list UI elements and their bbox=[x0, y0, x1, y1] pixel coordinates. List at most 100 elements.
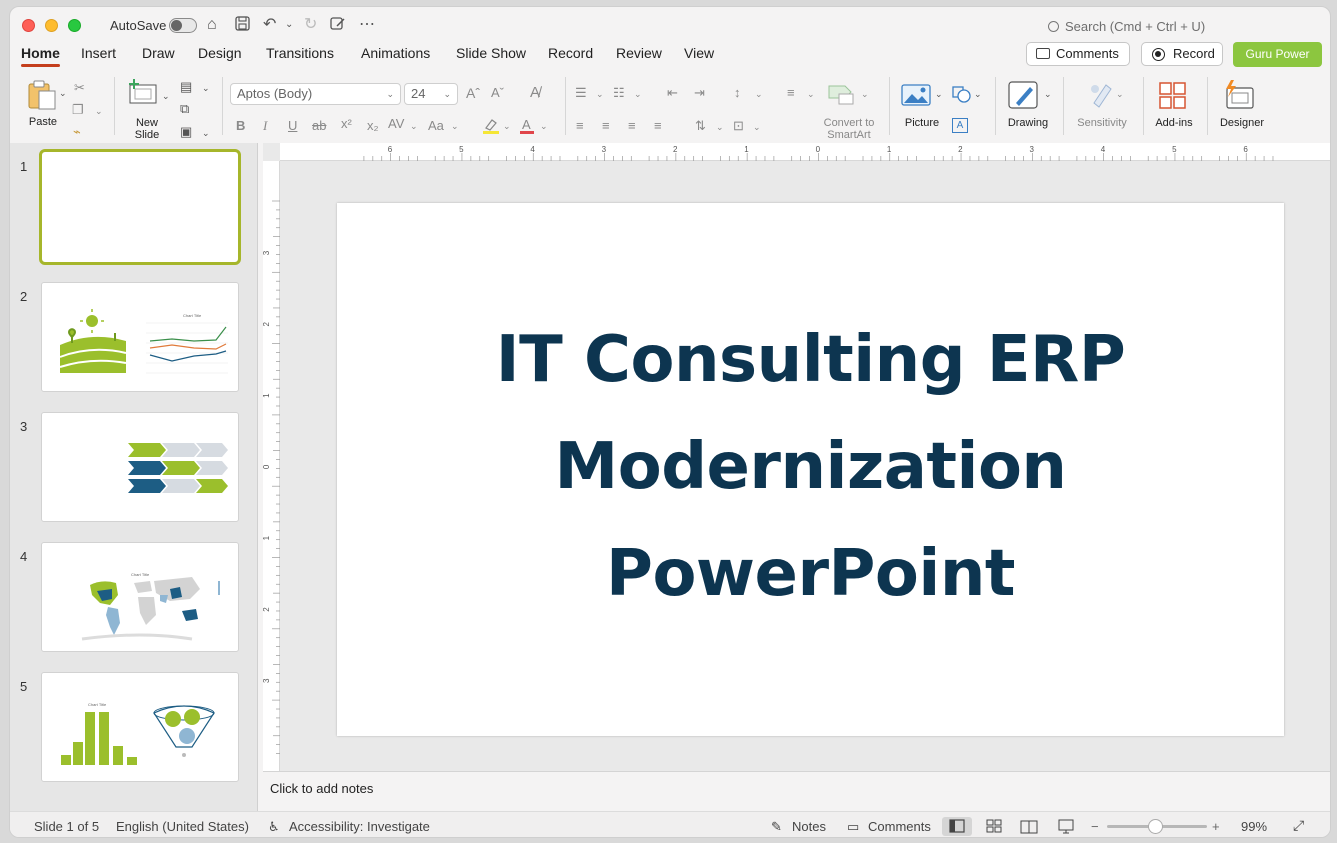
customize-icon[interactable] bbox=[330, 16, 346, 36]
slide-title[interactable]: IT Consulting ERP Modernization PowerPoi… bbox=[337, 307, 1284, 628]
tab-transitions[interactable]: Transitions bbox=[266, 45, 334, 61]
tab-animations[interactable]: Animations bbox=[361, 45, 430, 61]
columns-icon[interactable]: ≡ bbox=[787, 86, 795, 100]
tab-insert[interactable]: Insert bbox=[81, 45, 116, 61]
sensitivity-dropdown-icon[interactable]: ⌄ bbox=[1116, 87, 1124, 101]
add-ins-icon[interactable] bbox=[1159, 82, 1187, 115]
bold-icon[interactable]: B bbox=[236, 119, 245, 133]
numbering-icon[interactable]: ☷ bbox=[613, 86, 625, 100]
normal-view-button[interactable] bbox=[942, 817, 972, 836]
highlight-icon[interactable] bbox=[482, 118, 500, 139]
text-box-icon[interactable]: A bbox=[952, 118, 968, 133]
close-window-button[interactable] bbox=[22, 19, 35, 32]
align-text-icon[interactable]: ⊡ bbox=[733, 119, 744, 133]
slide-thumbnail-2[interactable]: Chart Title bbox=[41, 282, 239, 392]
increase-indent-icon[interactable]: ⇥ bbox=[694, 86, 705, 100]
notes-toggle[interactable]: Notes bbox=[792, 819, 826, 834]
record-button[interactable]: Record bbox=[1141, 42, 1223, 66]
slide-sorter-button[interactable] bbox=[979, 817, 1009, 836]
zoom-level[interactable]: 99% bbox=[1241, 819, 1267, 834]
highlight-dropdown-icon[interactable]: ⌄ bbox=[503, 119, 511, 133]
reset-icon[interactable]: ⧉ bbox=[180, 102, 189, 116]
columns-dropdown-icon[interactable]: ⌄ bbox=[807, 87, 815, 101]
section-icon[interactable]: ▣ bbox=[180, 125, 192, 139]
shapes-dropdown-icon[interactable]: ⌄ bbox=[974, 87, 982, 101]
reading-view-button[interactable] bbox=[1014, 817, 1044, 836]
strikethrough-icon[interactable]: ab bbox=[312, 119, 326, 133]
italic-icon[interactable]: I bbox=[263, 119, 267, 133]
bullets-icon[interactable]: ☰ bbox=[575, 86, 587, 100]
underline-icon[interactable]: U bbox=[288, 119, 297, 133]
more-icon[interactable]: ⋯ bbox=[359, 16, 375, 34]
tab-review[interactable]: Review bbox=[616, 45, 662, 61]
paste-dropdown-icon[interactable]: ⌄ bbox=[59, 86, 67, 100]
comments-button[interactable]: Comments bbox=[1026, 42, 1130, 66]
drawing-dropdown-icon[interactable]: ⌄ bbox=[1044, 87, 1052, 101]
comments-toggle[interactable]: Comments bbox=[868, 819, 931, 834]
font-color-dropdown-icon[interactable]: ⌄ bbox=[540, 119, 548, 133]
save-icon[interactable] bbox=[235, 16, 250, 36]
decrease-indent-icon[interactable]: ⇤ bbox=[667, 86, 678, 100]
tab-draw[interactable]: Draw bbox=[142, 45, 175, 61]
subscript-icon[interactable]: x₂ bbox=[367, 119, 379, 133]
font-size-combo[interactable]: 24 ⌄ bbox=[404, 83, 458, 105]
picture-icon[interactable] bbox=[901, 84, 931, 111]
format-painter-icon[interactable]: ⌁ bbox=[73, 125, 81, 139]
current-slide[interactable]: IT Consulting ERP Modernization PowerPoi… bbox=[337, 203, 1284, 736]
font-color-icon[interactable]: A bbox=[519, 117, 535, 140]
tab-record[interactable]: Record bbox=[548, 45, 593, 61]
new-slide-dropdown-icon[interactable]: ⌄ bbox=[162, 89, 170, 103]
numbering-dropdown-icon[interactable]: ⌄ bbox=[634, 87, 642, 101]
search-box[interactable]: Search (Cmd + Ctrl + U) bbox=[1048, 19, 1205, 34]
line-spacing-icon[interactable]: ↕ bbox=[734, 86, 741, 100]
align-left-icon[interactable]: ≡ bbox=[576, 119, 584, 133]
section-dropdown-icon[interactable]: ⌄ bbox=[202, 126, 210, 140]
superscript-icon[interactable]: x² bbox=[341, 117, 352, 131]
grow-font-icon[interactable]: Aˆ bbox=[466, 86, 480, 100]
autosave-toggle[interactable] bbox=[169, 18, 197, 33]
character-spacing-icon[interactable]: AV bbox=[388, 117, 404, 131]
undo-dropdown-icon[interactable]: ⌄ bbox=[285, 16, 293, 34]
align-center-icon[interactable]: ≡ bbox=[602, 119, 610, 133]
tab-design[interactable]: Design bbox=[198, 45, 242, 61]
picture-dropdown-icon[interactable]: ⌄ bbox=[935, 87, 943, 101]
redo-icon[interactable]: ↻ bbox=[304, 16, 317, 34]
character-spacing-dropdown-icon[interactable]: ⌄ bbox=[410, 119, 418, 133]
maximize-window-button[interactable] bbox=[68, 19, 81, 32]
slides-panel[interactable]: 1 2 Chart Title 3 4 Chart Title 5 Chart … bbox=[10, 143, 258, 811]
designer-icon[interactable] bbox=[1223, 80, 1255, 115]
paste-icon[interactable] bbox=[26, 79, 58, 116]
undo-icon[interactable]: ↶ bbox=[263, 16, 276, 34]
copy-icon[interactable]: ❐ bbox=[72, 103, 84, 117]
guru-power-button[interactable]: Guru Power bbox=[1233, 42, 1322, 67]
layout-icon[interactable]: ▤ bbox=[180, 80, 192, 94]
align-text-dropdown-icon[interactable]: ⌄ bbox=[753, 120, 761, 134]
slide-show-button[interactable] bbox=[1051, 817, 1081, 836]
cut-icon[interactable]: ✂ bbox=[74, 81, 85, 95]
bullets-dropdown-icon[interactable]: ⌄ bbox=[596, 87, 604, 101]
layout-dropdown-icon[interactable]: ⌄ bbox=[202, 81, 210, 95]
home-icon[interactable]: ⌂ bbox=[207, 16, 217, 34]
drawing-icon[interactable] bbox=[1008, 81, 1040, 116]
zoom-slider-thumb[interactable] bbox=[1148, 819, 1163, 834]
smartart-dropdown-icon[interactable]: ⌄ bbox=[861, 87, 869, 101]
align-right-icon[interactable]: ≡ bbox=[628, 119, 636, 133]
zoom-out-button[interactable]: − bbox=[1091, 819, 1099, 834]
copy-dropdown-icon[interactable]: ⌄ bbox=[95, 104, 103, 118]
accessibility-status[interactable]: Accessibility: Investigate bbox=[289, 819, 430, 834]
slide-editor[interactable]: 6 5 4 3 2 1 0 1 2 3 4 5 6 3 2 1 0 1 2 3 IT Consulting ERP … bbox=[262, 143, 1330, 771]
text-direction-dropdown-icon[interactable]: ⌄ bbox=[716, 120, 724, 134]
text-direction-icon[interactable]: ⇅ bbox=[695, 119, 706, 133]
notes-pane[interactable]: Click to add notes bbox=[263, 771, 1330, 811]
tab-home[interactable]: Home bbox=[21, 45, 60, 67]
line-spacing-dropdown-icon[interactable]: ⌄ bbox=[755, 87, 763, 101]
tab-view[interactable]: View bbox=[684, 45, 714, 61]
shrink-font-icon[interactable]: Aˇ bbox=[491, 86, 504, 100]
slide-thumbnail-1[interactable] bbox=[39, 149, 241, 265]
tab-slide-show[interactable]: Slide Show bbox=[456, 45, 526, 61]
change-case-icon[interactable]: Aa bbox=[428, 119, 444, 133]
slide-thumbnail-3[interactable] bbox=[41, 412, 239, 522]
sensitivity-icon[interactable] bbox=[1088, 81, 1114, 114]
change-case-dropdown-icon[interactable]: ⌄ bbox=[451, 119, 459, 133]
justify-icon[interactable]: ≡ bbox=[654, 119, 662, 133]
